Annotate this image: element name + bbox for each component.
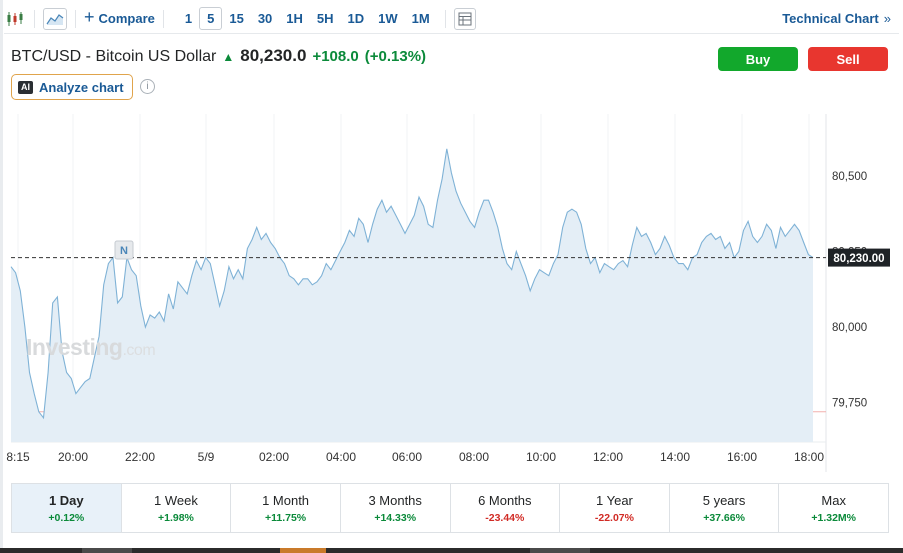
x-tick-label: 18:00 [794, 450, 824, 464]
x-tick-label: 5/9 [198, 450, 215, 464]
x-tick-label: 08:00 [459, 450, 489, 464]
toolbar-divider [75, 9, 76, 28]
analyze-chart-label: Analyze chart [39, 79, 124, 95]
interval-5[interactable]: 5 [199, 7, 223, 30]
investing-watermark: Investing.com [26, 334, 156, 361]
toolbar-divider [34, 9, 35, 28]
technical-chart-label: Technical Chart [782, 11, 879, 26]
x-tick-label: 12:00 [593, 450, 623, 464]
bottom-strip-segment [280, 548, 326, 553]
period-tab[interactable]: 1 Day +0.12% [12, 484, 122, 532]
bottom-strip-segment [530, 548, 590, 553]
y-tick-label: 79,750 [832, 398, 867, 410]
interval-1d[interactable]: 1D [341, 8, 372, 29]
bottom-strip [0, 548, 903, 553]
y-tick-label: 80,000 [832, 322, 867, 334]
period-label: 5 years [702, 492, 746, 508]
period-tab[interactable]: 1 Month +11.75% [231, 484, 341, 532]
x-tick-label: 10:00 [526, 450, 556, 464]
interval-1w[interactable]: 1W [371, 8, 405, 29]
period-tab[interactable]: 1 Week +1.98% [122, 484, 232, 532]
ai-badge-icon: AI [18, 80, 33, 94]
period-label: 6 Months [478, 492, 532, 508]
period-label: Max [821, 492, 846, 508]
period-tab[interactable]: 3 Months +14.33% [341, 484, 451, 532]
interval-5h[interactable]: 5H [310, 8, 341, 29]
x-tick-label: 06:00 [392, 450, 422, 464]
period-change: +37.66% [703, 511, 745, 524]
watermark-suffix: .com [122, 342, 156, 359]
table-view-icon[interactable] [453, 7, 476, 30]
instrument-name: BTC/USD - Bitcoin US Dollar [11, 48, 217, 65]
period-change: -23.44% [485, 511, 525, 524]
area-chart-icon[interactable] [43, 7, 67, 30]
period-label: 1 Week [154, 492, 198, 508]
x-tick-label: 22:00 [125, 450, 155, 464]
toolbar-divider [162, 9, 164, 28]
period-change: +1.98% [157, 511, 194, 524]
sell-button[interactable]: Sell [808, 47, 888, 71]
period-change: +1.32M% [811, 511, 857, 524]
compare-button[interactable]: + Compare [84, 7, 155, 27]
candlestick-chart-icon[interactable] [4, 8, 26, 30]
price-area [11, 148, 813, 443]
x-tick-label: 20:00 [58, 450, 88, 464]
x-tick-label: 04:00 [326, 450, 356, 464]
interval-1m[interactable]: 1M [405, 8, 437, 29]
x-tick-label: 16:00 [727, 450, 757, 464]
period-label: 3 Months [368, 492, 422, 508]
watermark-brand: Investing [26, 334, 123, 360]
toolbar-divider [444, 9, 446, 28]
instrument-header: BTC/USD - Bitcoin US Dollar ▲ 80,230.0 +… [11, 46, 426, 66]
period-tab[interactable]: 5 years +37.66% [670, 484, 780, 532]
price-change: +108.0 [312, 48, 359, 65]
period-change: +11.75% [264, 511, 307, 524]
interval-1[interactable]: 1 [178, 8, 199, 29]
period-change: +0.12% [48, 511, 85, 524]
price-chart[interactable]: 80,50080,25080,00079,7508:1520:0022:005/… [0, 106, 903, 472]
period-change: +14.33% [374, 511, 417, 524]
last-price: 80,230.0 [240, 46, 307, 65]
interval-30[interactable]: 30 [251, 8, 279, 29]
buy-button[interactable]: Buy [718, 47, 798, 71]
period-label: 1 Day [48, 492, 84, 508]
interval-1h[interactable]: 1H [279, 8, 310, 29]
current-price-label: 80,230.00 [833, 253, 884, 265]
chart-widget: + Compare 1 5 15 30 1H 5H 1D 1W 1M Technical Cha… [0, 0, 903, 553]
interval-15[interactable]: 15 [222, 8, 250, 29]
chart-toolbar: + Compare 1 5 15 30 1H 5H 1D 1W 1M Technical Cha… [4, 4, 899, 34]
period-tab[interactable]: 1 Year -22.07% [560, 484, 670, 532]
info-icon[interactable]: i [140, 79, 155, 94]
period-tab[interactable]: 6 Months -23.44% [451, 484, 561, 532]
up-arrow-icon: ▲ [222, 50, 235, 64]
period-label: 1 Month [262, 492, 310, 508]
period-tab[interactable]: Max +1.32M% [779, 484, 888, 532]
technical-chart-link[interactable]: Technical Chart » [782, 11, 891, 26]
y-tick-label: 80,500 [832, 171, 867, 183]
interval-selector: 1 5 15 30 1H 5H 1D 1W 1M [178, 7, 437, 30]
x-tick-label: 8:15 [6, 450, 30, 464]
period-change: -22.07% [594, 511, 634, 524]
price-change-percent: (+0.13%) [364, 48, 427, 65]
news-marker-label: N [120, 245, 128, 257]
compare-label: Compare [98, 11, 155, 26]
bottom-strip-segment [82, 548, 132, 553]
analyze-chart-button[interactable]: AI Analyze chart [11, 74, 133, 100]
x-tick-label: 14:00 [660, 450, 690, 464]
period-label: 1 Year [596, 492, 633, 508]
plus-icon: + [84, 7, 95, 27]
x-tick-label: 02:00 [259, 450, 289, 464]
performance-periods: 1 Day +0.12% 1 Week +1.98% 1 Month +11.75% 3 M… [11, 483, 889, 533]
double-chevron-right-icon: » [883, 11, 891, 26]
